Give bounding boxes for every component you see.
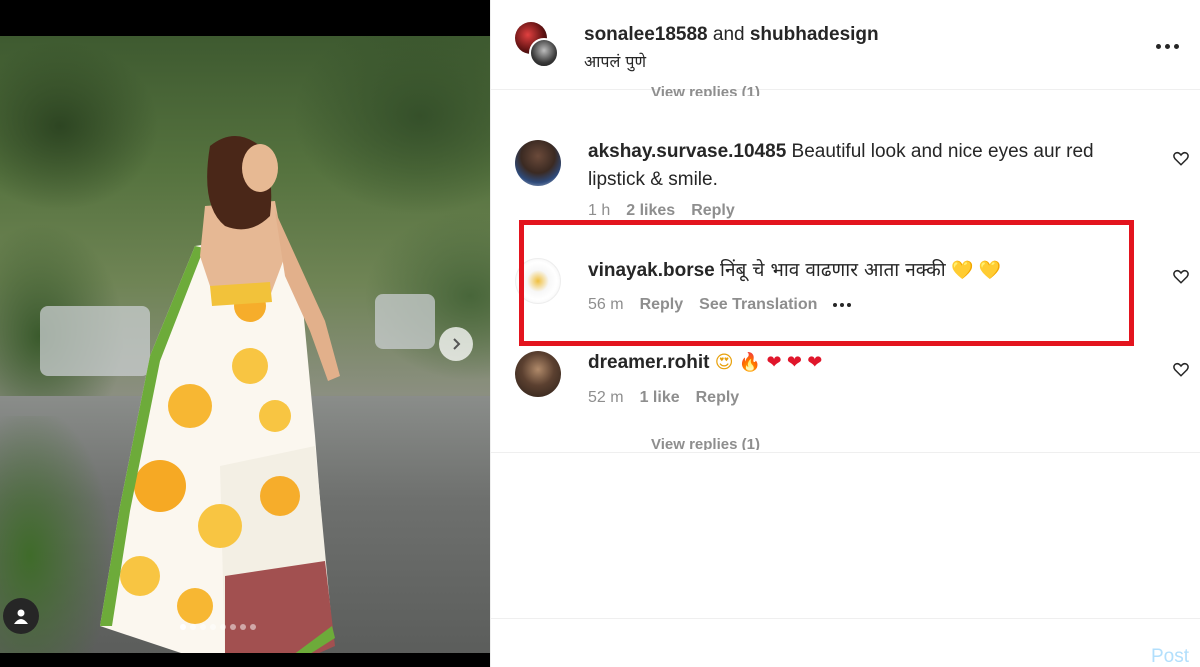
comment-username[interactable]: dreamer.rohit [588, 352, 709, 373]
comment-time: 56 m [588, 296, 624, 313]
reply-button[interactable]: Reply [691, 202, 735, 220]
carousel-dot [200, 624, 206, 630]
carousel-dot [240, 624, 246, 630]
heart-icon[interactable] [1172, 360, 1190, 378]
comments-panel: sonalee18588 and shubhadesign आपलं पुणे … [490, 0, 1200, 667]
carousel-dot [250, 624, 256, 630]
comment-message: निंबू चे भाव वाढणार आता नक्की [720, 259, 946, 281]
user-tag-icon [14, 609, 28, 624]
scroll-area-divider [491, 452, 1200, 453]
carousel-dot [180, 624, 186, 630]
post-location[interactable]: आपलं पुणे [584, 50, 646, 72]
comment-composer: Post [491, 618, 1200, 667]
heart-icon[interactable] [1172, 267, 1190, 285]
yellow-heart-icon: 💛 [978, 260, 1002, 281]
reply-button[interactable]: Reply [696, 389, 740, 407]
red-heart-icon: ❤ [766, 352, 782, 373]
comment-meta: 56 m Reply See Translation [588, 296, 852, 314]
post-header: sonalee18588 and shubhadesign आपलं पुणे [491, 0, 1200, 90]
more-options-icon[interactable] [1156, 36, 1184, 56]
see-translation-button[interactable]: See Translation [699, 296, 817, 314]
carousel-next-button[interactable] [439, 327, 473, 361]
author-username[interactable]: sonalee18588 [584, 24, 708, 45]
author-avatars[interactable] [515, 22, 559, 70]
comment-text: akshay.survase.10485 Beautiful look and … [588, 138, 1128, 194]
comment-username[interactable]: vinayak.borse [588, 260, 715, 281]
carousel-dot [220, 624, 226, 630]
comment-text: vinayak.borse निंबू चे भाव वाढणार आता नक… [588, 256, 1128, 285]
comment-time: 1 h [588, 202, 611, 219]
carousel-indicator [180, 624, 256, 630]
comment-options-icon[interactable] [833, 303, 852, 307]
red-heart-icon: ❤ [807, 352, 823, 373]
comment-meta: 52 m 1 like Reply [588, 389, 739, 407]
view-replies-label: View replies (1) [651, 84, 760, 96]
authors-connector: and [712, 24, 745, 45]
avatar[interactable] [515, 351, 561, 397]
woman-in-saree-illustration [100, 136, 340, 653]
post-button[interactable]: Post [1151, 646, 1189, 667]
comment-text: dreamer.rohit 😍 🔥 ❤ ❤ ❤ [588, 349, 1128, 377]
avatar[interactable] [515, 258, 561, 304]
comment-likes[interactable]: 1 like [640, 389, 680, 407]
comment-username[interactable]: akshay.survase.10485 [588, 141, 786, 162]
comment-likes[interactable]: 2 likes [626, 202, 675, 220]
carousel-dot [210, 624, 216, 630]
post-photo [0, 36, 490, 653]
fire-icon: 🔥 [738, 352, 762, 373]
chevron-right-icon [453, 338, 461, 350]
user-tag-button[interactable] [3, 598, 39, 634]
heart-icon[interactable] [1172, 149, 1190, 167]
avatar[interactable] [515, 140, 561, 186]
comment-time: 52 m [588, 389, 624, 406]
post-authors: sonalee18588 and shubhadesign [584, 24, 879, 46]
view-replies-link[interactable]: View replies (1) [651, 84, 760, 96]
red-heart-icon: ❤ [786, 352, 802, 373]
yellow-heart-icon: 💛 [950, 260, 974, 281]
avatar [529, 38, 559, 68]
carousel-dot [190, 624, 196, 630]
carousel-dot [230, 624, 236, 630]
comment-meta: 1 h 2 likes Reply [588, 202, 735, 220]
reply-button[interactable]: Reply [640, 296, 684, 314]
heart-eyes-icon: 😍 [714, 352, 734, 373]
post-media [0, 0, 490, 667]
view-replies-label: View replies (1) [651, 436, 760, 450]
coauthor-username[interactable]: shubhadesign [750, 24, 879, 45]
view-replies-link[interactable]: View replies (1) [651, 436, 760, 450]
photo-car [375, 294, 435, 349]
